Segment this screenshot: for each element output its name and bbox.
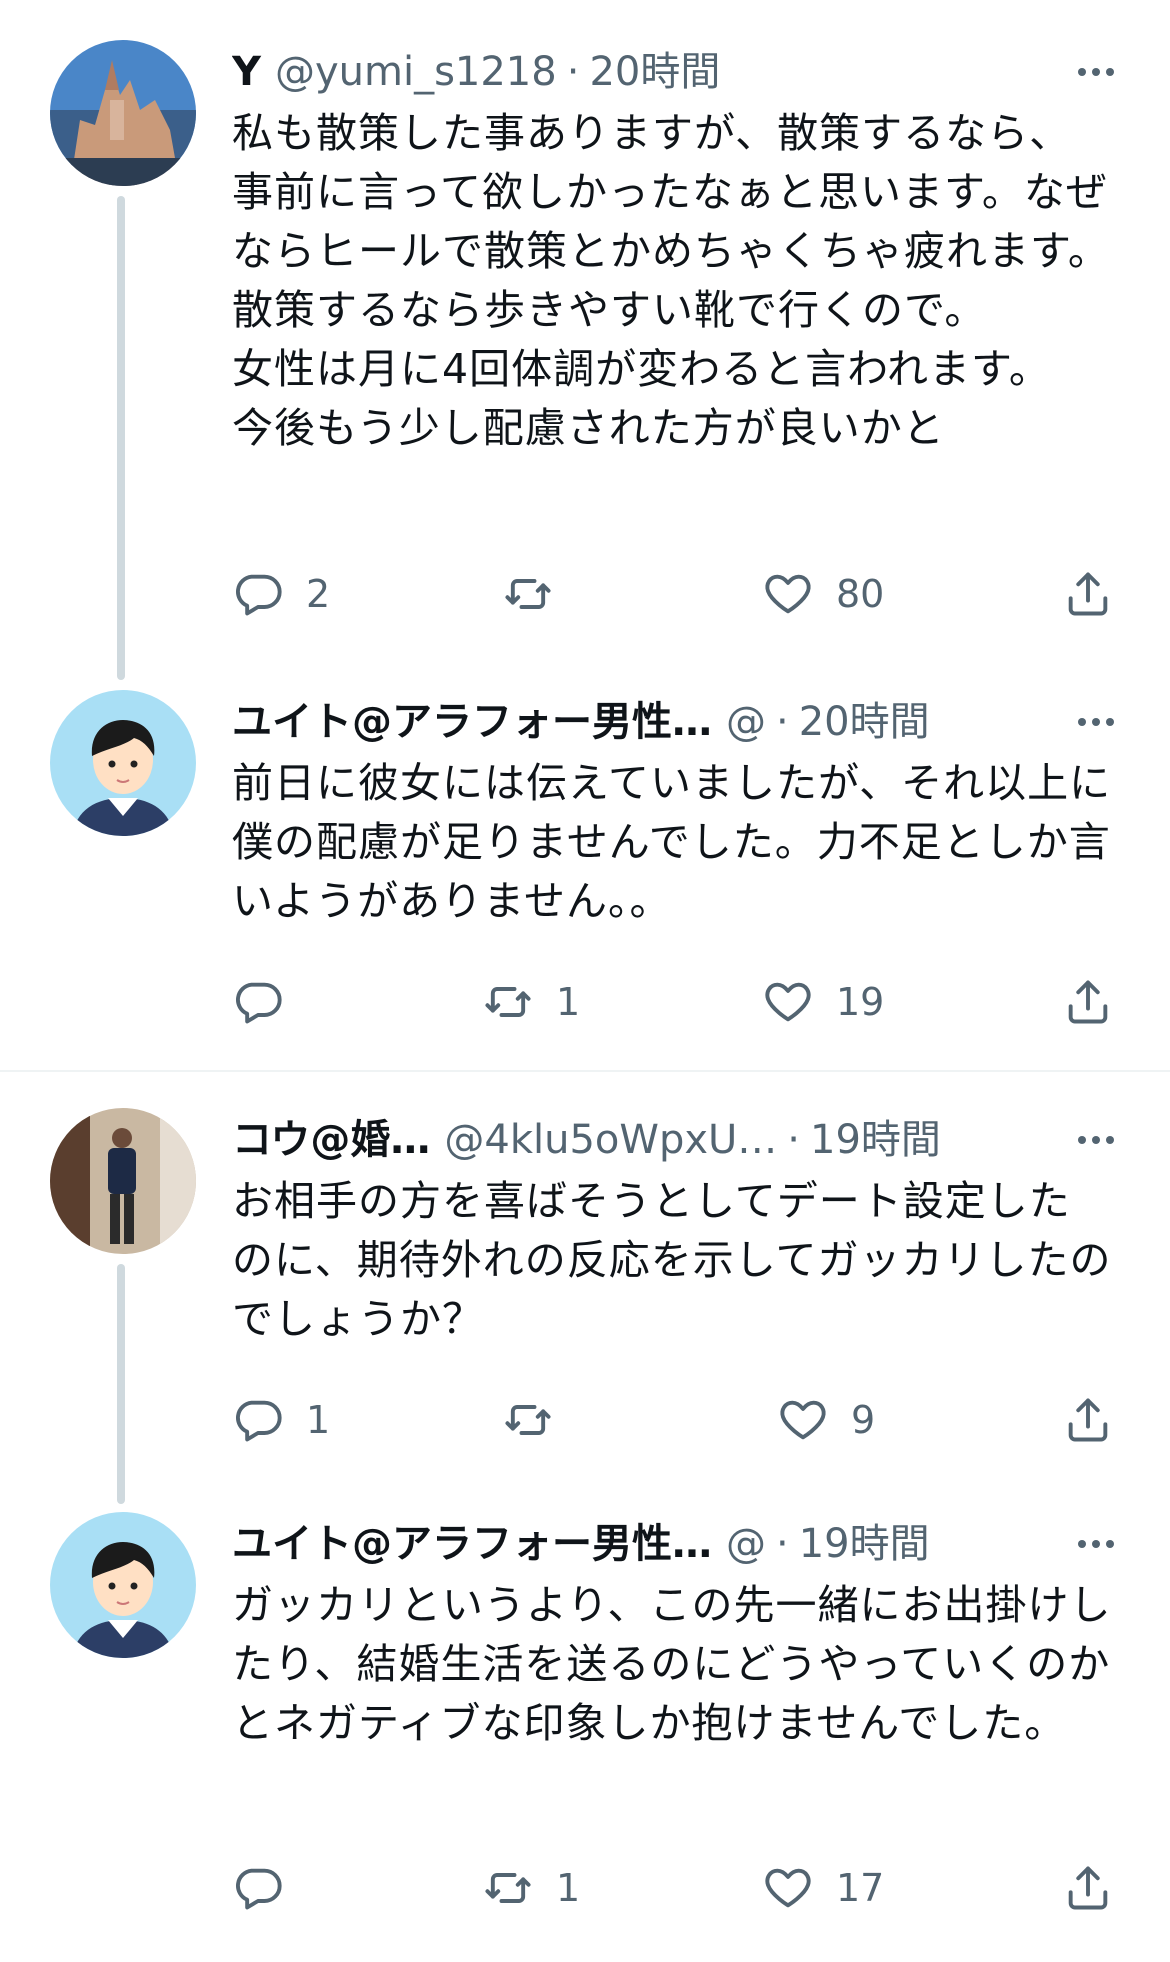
avatar-illustrated-man — [50, 1512, 196, 1658]
more-icon[interactable] — [1066, 1112, 1126, 1168]
like-count: 17 — [836, 1866, 885, 1910]
reply-icon — [236, 574, 282, 616]
avatar[interactable] — [50, 1512, 196, 1658]
timestamp[interactable]: 20時間 — [589, 44, 720, 100]
avatar[interactable] — [50, 40, 196, 186]
like-count: 9 — [851, 1398, 876, 1442]
tweet-text: ガッカリというより、この先一緒にお出掛けしたり、結婚生活を送るのにどうやっていく… — [232, 1581, 1112, 1747]
user-handle[interactable]: @ — [726, 694, 766, 750]
tweet-actions: 1 9 — [232, 1390, 1122, 1450]
retweet-count: 1 — [556, 980, 581, 1024]
heart-icon — [780, 1400, 826, 1440]
display-name[interactable]: ユイト@アラフォー男性… — [232, 1516, 712, 1572]
reply-button[interactable]: 1 — [232, 1390, 330, 1450]
tweet-text: 私も散策した事ありますが、散策するなら、事前に言って欲しかったなぁと思います。な… — [232, 109, 1110, 452]
retweet-icon — [505, 1405, 551, 1435]
thread: Y @yumi_s1218 · 20時間 私も散策した事ありますが、散策するなら… — [0, 0, 1170, 1962]
timestamp[interactable]: 20時間 — [799, 694, 930, 750]
user-handle[interactable]: @4klu5oWpxU… — [444, 1112, 777, 1168]
share-icon — [1068, 572, 1108, 616]
share-icon — [1068, 980, 1108, 1024]
separator-dot: · — [776, 699, 789, 745]
like-button[interactable]: 9 — [777, 1390, 875, 1450]
share-button[interactable] — [1062, 1390, 1114, 1450]
retweet-button[interactable] — [502, 564, 576, 624]
tweet-text: 前日に彼女には伝えていましたが、それ以上に僕の配慮が足りませんでした。力不足とし… — [232, 759, 1112, 925]
separator-dot: · — [566, 49, 580, 95]
more-icon[interactable] — [1066, 1516, 1126, 1572]
tweet-actions: 1 19 — [232, 972, 1122, 1032]
tweet-actions: 1 17 — [232, 1858, 1122, 1918]
retweet-button[interactable]: 1 — [482, 972, 580, 1032]
tweet-header: ユイト@アラフォー男性… @ · 20時間 — [232, 694, 1110, 750]
retweet-button[interactable]: 1 — [482, 1858, 580, 1918]
tweet[interactable]: Y @yumi_s1218 · 20時間 私も散策した事ありますが、散策するなら… — [0, 0, 1170, 690]
share-icon — [1068, 1866, 1108, 1910]
like-button[interactable]: 19 — [762, 972, 884, 1032]
share-button[interactable] — [1062, 972, 1114, 1032]
avatar[interactable] — [50, 690, 196, 836]
tweet[interactable]: ユイト@アラフォー男性… @ · 19時間 ガッカリというより、この先一緒にお出… — [0, 1512, 1170, 1962]
tweet[interactable]: ユイト@アラフォー男性… @ · 20時間 前日に彼女には伝えていましたが、それ… — [0, 690, 1170, 1070]
retweet-count: 1 — [556, 1866, 581, 1910]
reply-button[interactable]: 2 — [232, 564, 330, 624]
more-icon[interactable] — [1066, 44, 1126, 100]
reply-icon — [236, 982, 282, 1024]
display-name[interactable]: Y — [232, 44, 261, 100]
avatar-photo-man — [50, 1108, 196, 1254]
tweet-header: コウ@婚… @4klu5oWpxU… · 19時間 — [232, 1112, 1110, 1168]
reply-icon — [236, 1868, 282, 1910]
display-name[interactable]: コウ@婚… — [232, 1112, 430, 1168]
like-button[interactable]: 17 — [762, 1858, 884, 1918]
reply-count: 1 — [306, 1398, 331, 1442]
reply-button[interactable] — [232, 972, 306, 1032]
retweet-button[interactable] — [502, 1390, 576, 1450]
separator-dot: · — [787, 1117, 801, 1163]
more-icon[interactable] — [1066, 694, 1126, 750]
avatar[interactable] — [50, 1108, 196, 1254]
user-handle[interactable]: @yumi_s1218 — [275, 44, 557, 100]
heart-icon — [765, 982, 811, 1022]
tweet-header: ユイト@アラフォー男性… @ · 19時間 — [232, 1516, 1110, 1572]
display-name[interactable]: ユイト@アラフォー男性… — [232, 694, 712, 750]
retweet-icon — [485, 1873, 531, 1903]
share-icon — [1068, 1398, 1108, 1442]
reply-icon — [236, 1400, 282, 1442]
share-button[interactable] — [1062, 1858, 1114, 1918]
separator-dot: · — [776, 1521, 789, 1567]
thread-line — [117, 196, 125, 680]
heart-icon — [765, 1868, 811, 1908]
thread-line — [117, 1264, 125, 1504]
timestamp[interactable]: 19時間 — [799, 1516, 930, 1572]
share-button[interactable] — [1062, 564, 1114, 624]
timestamp[interactable]: 19時間 — [810, 1112, 941, 1168]
reply-count: 2 — [306, 572, 331, 616]
like-count: 19 — [836, 980, 885, 1024]
tweet[interactable]: コウ@婚… @4klu5oWpxU… · 19時間 お相手の方を喜ばそうとしてデ… — [0, 1072, 1170, 1512]
retweet-icon — [485, 987, 531, 1017]
user-handle[interactable]: @ — [726, 1516, 766, 1572]
heart-icon — [765, 574, 811, 614]
retweet-icon — [505, 579, 551, 609]
tweet-actions: 2 80 — [232, 564, 1122, 624]
avatar-castle-image — [50, 40, 196, 186]
like-count: 80 — [836, 572, 885, 616]
tweet-text: お相手の方を喜ばそうとしてデート設定したのに、期待外れの反応を示してガッカリした… — [232, 1177, 1112, 1343]
tweet-header: Y @yumi_s1218 · 20時間 — [232, 44, 1110, 100]
like-button[interactable]: 80 — [762, 564, 884, 624]
avatar-illustrated-man — [50, 690, 196, 836]
reply-button[interactable] — [232, 1858, 306, 1918]
